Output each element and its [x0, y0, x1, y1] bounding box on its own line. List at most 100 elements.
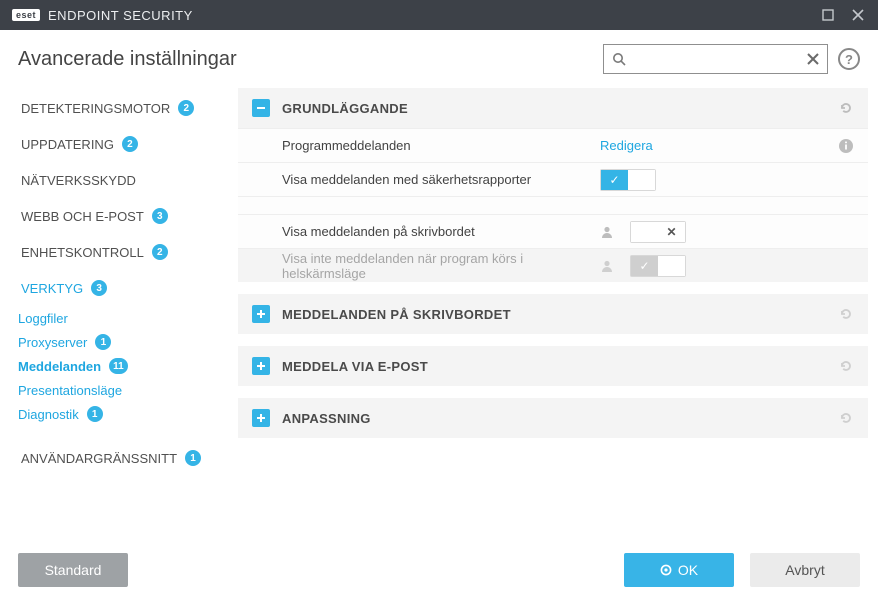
row-label: Programmeddelanden	[282, 138, 600, 153]
sidebar-badge: 2	[122, 136, 138, 152]
sidebar-badge: 11	[109, 358, 128, 374]
sidebar-sub-label: Proxyserver	[18, 335, 87, 350]
sidebar-sub-presentation[interactable]: Presentationsläge	[0, 378, 232, 402]
panel-basic: GRUNDLÄGGANDE Programmeddelanden Rediger…	[238, 88, 868, 282]
content-area: GRUNDLÄGGANDE Programmeddelanden Rediger…	[232, 84, 878, 540]
sidebar-sub-logfiles[interactable]: Loggfiler	[0, 306, 232, 330]
sidebar-item-device-control[interactable]: ENHETSKONTROLL 2	[0, 234, 232, 270]
row-label: Visa inte meddelanden när program körs i…	[282, 251, 600, 281]
sidebar-item-web-email[interactable]: WEBB OCH E-POST 3	[0, 198, 232, 234]
panel-reset-button[interactable]	[838, 306, 854, 322]
sidebar-sub-proxy[interactable]: Proxyserver 1	[0, 330, 232, 354]
user-icon	[600, 259, 614, 273]
row-label: Visa meddelanden med säkerhetsrapporter	[282, 172, 600, 187]
toggle-show-reports[interactable]: ✓	[600, 169, 656, 191]
row-show-reports: Visa meddelanden med säkerhetsrapporter …	[238, 162, 868, 196]
panel-basic-header[interactable]: GRUNDLÄGGANDE	[238, 88, 868, 128]
search-input[interactable]	[626, 51, 807, 68]
panel-title: ANPASSNING	[282, 411, 371, 426]
maximize-icon	[822, 9, 834, 21]
window-maximize-button[interactable]	[816, 3, 840, 27]
panel-desktop-header[interactable]: MEDDELANDEN PÅ SKRIVBORDET	[238, 294, 868, 334]
sidebar-item-label: WEBB OCH E-POST	[21, 209, 144, 224]
sidebar-item-label: ANVÄNDARGRÄNSSNITT	[21, 451, 177, 466]
brand-badge: eset	[12, 9, 40, 21]
undo-icon	[838, 100, 854, 116]
expand-icon	[252, 409, 270, 427]
cancel-button[interactable]: Avbryt	[750, 553, 860, 587]
sidebar-item-update[interactable]: UPPDATERING 2	[0, 126, 232, 162]
sidebar-item-ui[interactable]: ANVÄNDARGRÄNSSNITT 1	[0, 440, 232, 476]
ok-button[interactable]: OK	[624, 553, 734, 587]
sidebar-badge: 1	[87, 406, 103, 422]
toggle-desktop-messages[interactable]: ✕	[630, 221, 686, 243]
row-desktop-messages: Visa meddelanden på skrivbordet ✕	[238, 214, 868, 248]
search-box[interactable]	[603, 44, 828, 74]
page-header: Avancerade inställningar ?	[0, 30, 878, 84]
panel-custom-header[interactable]: ANPASSNING	[238, 398, 868, 438]
button-label: Avbryt	[785, 562, 824, 578]
panel-desktop: MEDDELANDEN PÅ SKRIVBORDET	[238, 294, 868, 334]
sidebar-item-label: DETEKTERINGSMOTOR	[21, 101, 170, 116]
panel-title: MEDDELA VIA E-POST	[282, 359, 428, 374]
page-title: Avancerade inställningar	[18, 48, 237, 71]
sidebar-badge: 3	[91, 280, 107, 296]
undo-icon	[838, 410, 854, 426]
expand-icon	[252, 357, 270, 375]
info-icon[interactable]	[838, 138, 854, 154]
sidebar-item-detection-engine[interactable]: DETEKTERINGSMOTOR 2	[0, 90, 232, 126]
search-icon	[612, 52, 626, 66]
user-icon	[600, 225, 614, 239]
x-icon: ✕	[666, 225, 676, 239]
undo-icon	[838, 358, 854, 374]
sidebar-item-network[interactable]: NÄTVERKSSKYDD	[0, 162, 232, 198]
undo-icon	[838, 306, 854, 322]
sidebar-item-label: VERKTYG	[21, 281, 83, 296]
edit-link[interactable]: Redigera	[600, 138, 653, 153]
sidebar-badge: 3	[152, 208, 168, 224]
sidebar-item-label: UPPDATERING	[21, 137, 114, 152]
panel-title: MEDDELANDEN PÅ SKRIVBORDET	[282, 307, 511, 322]
expand-icon	[252, 305, 270, 323]
panel-email-header[interactable]: MEDDELA VIA E-POST	[238, 346, 868, 386]
sidebar-item-label: NÄTVERKSSKYDD	[21, 173, 136, 188]
check-icon: ✓	[609, 173, 619, 187]
window-close-button[interactable]	[846, 3, 870, 27]
button-label: OK	[678, 562, 698, 578]
panel-reset-button[interactable]	[838, 410, 854, 426]
sidebar-sub-label: Presentationsläge	[18, 383, 122, 398]
row-fullscreen-suppress: Visa inte meddelanden när program körs i…	[238, 248, 868, 282]
sidebar-badge: 1	[185, 450, 201, 466]
row-app-messages: Programmeddelanden Redigera	[238, 128, 868, 162]
brand: eset ENDPOINT SECURITY	[12, 8, 193, 23]
sidebar-sub-label: Diagnostik	[18, 407, 79, 422]
check-icon: ✓	[639, 259, 649, 273]
help-button[interactable]: ?	[838, 48, 860, 70]
panel-custom: ANPASSNING	[238, 398, 868, 438]
toggle-fullscreen-suppress: ✓	[630, 255, 686, 277]
panel-email: MEDDELA VIA E-POST	[238, 346, 868, 386]
sidebar-badge: 1	[95, 334, 111, 350]
sidebar-item-label: ENHETSKONTROLL	[21, 245, 144, 260]
default-button[interactable]: Standard	[18, 553, 128, 587]
sidebar-sub-label: Meddelanden	[18, 359, 101, 374]
button-label: Standard	[45, 562, 102, 578]
title-bar: eset ENDPOINT SECURITY	[0, 0, 878, 30]
sidebar-badge: 2	[152, 244, 168, 260]
row-label: Visa meddelanden på skrivbordet	[282, 224, 600, 239]
sidebar-sub-diagnostics[interactable]: Diagnostik 1	[0, 402, 232, 426]
panel-title: GRUNDLÄGGANDE	[282, 101, 408, 116]
panel-reset-button[interactable]	[838, 358, 854, 374]
footer: Standard OK Avbryt	[0, 542, 878, 598]
sidebar-sub-label: Loggfiler	[18, 311, 68, 326]
collapse-icon	[252, 99, 270, 117]
panel-reset-button[interactable]	[838, 100, 854, 116]
sidebar-sub-notifications[interactable]: Meddelanden 11	[0, 354, 232, 378]
sidebar-item-tools[interactable]: VERKTYG 3	[0, 270, 232, 306]
clear-search-icon[interactable]	[807, 53, 819, 65]
sidebar: DETEKTERINGSMOTOR 2 UPPDATERING 2 NÄTVER…	[0, 84, 232, 540]
close-icon	[852, 9, 864, 21]
help-icon: ?	[845, 52, 853, 67]
gear-icon	[660, 564, 672, 576]
sidebar-sublist: Loggfiler Proxyserver 1 Meddelanden 11 P…	[0, 306, 232, 426]
